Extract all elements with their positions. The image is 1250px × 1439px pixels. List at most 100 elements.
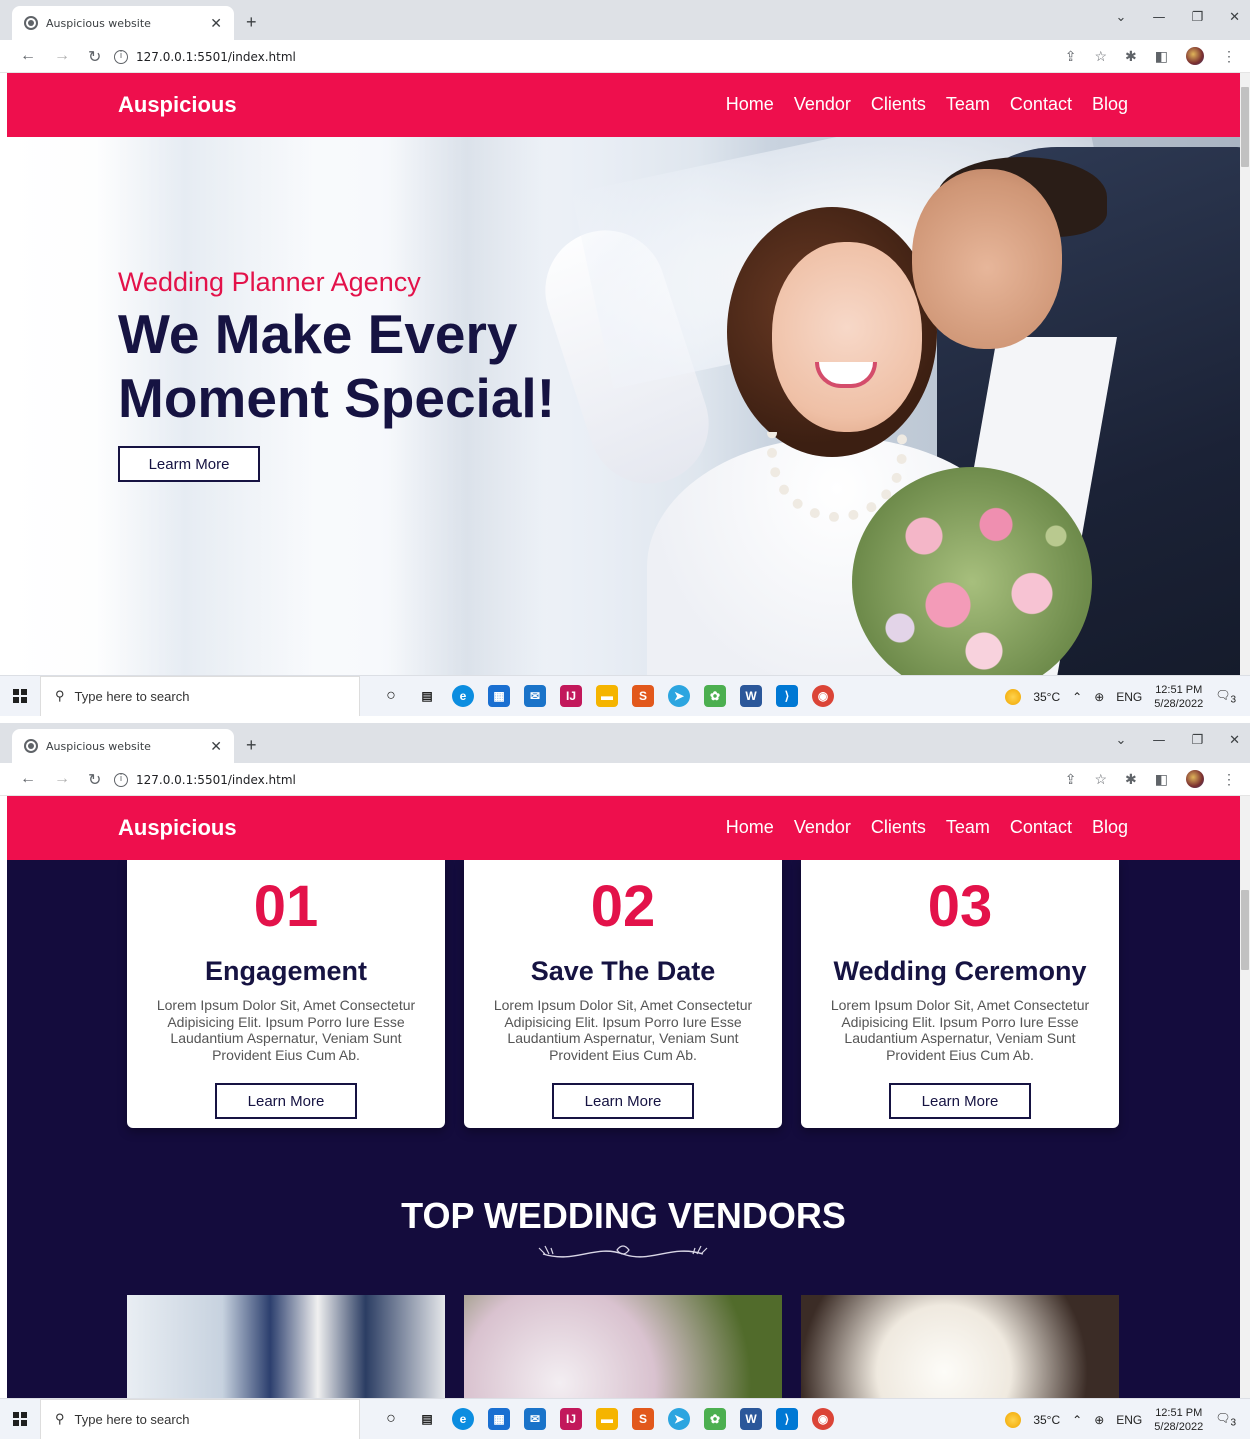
start-button[interactable] bbox=[0, 676, 40, 717]
task-view-icon[interactable]: ▤ bbox=[416, 685, 438, 707]
chevron-down-icon[interactable]: ⌄ bbox=[1116, 733, 1127, 748]
new-tab-icon[interactable]: + bbox=[246, 735, 257, 756]
edge-icon[interactable]: e bbox=[452, 1408, 474, 1430]
profile-avatar[interactable] bbox=[1186, 770, 1204, 788]
sidepanel-icon[interactable]: ◧ bbox=[1155, 48, 1168, 65]
site-logo[interactable]: Auspicious bbox=[118, 92, 237, 118]
mail-icon[interactable]: ✉ bbox=[524, 1408, 546, 1430]
chrome-icon[interactable]: ◉ bbox=[812, 685, 834, 707]
mail-icon[interactable]: ✉ bbox=[524, 685, 546, 707]
learn-more-button[interactable]: Learn More bbox=[552, 1083, 694, 1119]
omnibox[interactable]: i 127.0.0.1:5501/index.html bbox=[110, 767, 1120, 793]
extensions-icon[interactable]: ✱ bbox=[1125, 48, 1137, 65]
share-icon[interactable]: ⇪ bbox=[1065, 771, 1077, 788]
clock[interactable]: 12:51 PM5/28/2022 bbox=[1154, 683, 1203, 711]
vendor-image-dress[interactable] bbox=[127, 1295, 445, 1398]
new-tab-icon[interactable]: + bbox=[246, 12, 257, 33]
nav-contact[interactable]: Contact bbox=[1010, 817, 1072, 838]
forward-icon[interactable]: → bbox=[54, 47, 70, 67]
nav-home[interactable]: Home bbox=[726, 817, 774, 838]
edge-icon[interactable]: e bbox=[452, 685, 474, 707]
browser-tab[interactable]: Auspicious website ✕ bbox=[12, 6, 234, 40]
file-explorer-icon[interactable]: ▬ bbox=[596, 1408, 618, 1430]
back-icon[interactable]: ← bbox=[20, 770, 36, 790]
star-icon[interactable]: ☆ bbox=[1094, 771, 1107, 788]
close-window-icon[interactable]: ✕ bbox=[1229, 733, 1240, 748]
clock[interactable]: 12:51 PM5/28/2022 bbox=[1154, 1406, 1203, 1434]
info-icon[interactable]: i bbox=[114, 773, 128, 787]
store-icon[interactable]: ▦ bbox=[488, 1408, 510, 1430]
chrome-icon[interactable]: ◉ bbox=[812, 1408, 834, 1430]
learn-more-button[interactable]: Learn More bbox=[889, 1083, 1031, 1119]
sublime-icon[interactable]: S bbox=[632, 1408, 654, 1430]
share-icon[interactable]: ⇪ bbox=[1065, 48, 1077, 65]
notification-icon[interactable]: 🗨3 bbox=[1215, 688, 1236, 705]
language[interactable]: ENG bbox=[1116, 1413, 1142, 1427]
notification-icon[interactable]: 🗨3 bbox=[1215, 1411, 1236, 1428]
word-icon[interactable]: W bbox=[740, 1408, 762, 1430]
cortana-icon[interactable]: ○ bbox=[380, 1408, 402, 1430]
weather-temp[interactable]: 35°C bbox=[1033, 690, 1060, 704]
browser-tab[interactable]: Auspicious website ✕ bbox=[12, 729, 234, 763]
site-logo[interactable]: Auspicious bbox=[118, 815, 237, 841]
word-icon[interactable]: W bbox=[740, 685, 762, 707]
minimize-icon[interactable]: — bbox=[1152, 733, 1165, 748]
taskbar-search[interactable]: ⚲Type here to search bbox=[40, 1399, 360, 1439]
taskbar-search[interactable]: ⚲Type here to search bbox=[40, 676, 360, 717]
reload-icon[interactable]: ↻ bbox=[88, 770, 101, 790]
nav-vendor[interactable]: Vendor bbox=[794, 817, 851, 838]
network-icon[interactable]: ⊕ bbox=[1094, 690, 1104, 704]
intellij-icon[interactable]: IJ bbox=[560, 1408, 582, 1430]
store-icon[interactable]: ▦ bbox=[488, 685, 510, 707]
sublime-icon[interactable]: S bbox=[632, 685, 654, 707]
app-icon[interactable]: ✿ bbox=[704, 1408, 726, 1430]
nav-clients[interactable]: Clients bbox=[871, 817, 926, 838]
url-text[interactable]: 127.0.0.1:5501/index.html bbox=[136, 50, 296, 64]
scrollbar-thumb[interactable] bbox=[1241, 87, 1249, 167]
star-icon[interactable]: ☆ bbox=[1094, 48, 1107, 65]
task-view-icon[interactable]: ▤ bbox=[416, 1408, 438, 1430]
restore-icon[interactable]: ❐ bbox=[1191, 10, 1203, 25]
start-button[interactable] bbox=[0, 1399, 40, 1439]
reload-icon[interactable]: ↻ bbox=[88, 47, 101, 67]
info-icon[interactable]: i bbox=[114, 50, 128, 64]
close-window-icon[interactable]: ✕ bbox=[1229, 10, 1240, 25]
vscode-icon[interactable]: ⟩ bbox=[776, 685, 798, 707]
cortana-icon[interactable]: ○ bbox=[380, 685, 402, 707]
forward-icon[interactable]: → bbox=[54, 770, 70, 790]
vendor-image-flowers[interactable] bbox=[464, 1295, 782, 1398]
chevron-up-icon[interactable]: ⌃ bbox=[1072, 1413, 1082, 1427]
nav-contact[interactable]: Contact bbox=[1010, 94, 1072, 115]
language[interactable]: ENG bbox=[1116, 690, 1142, 704]
menu-kebab-icon[interactable]: ⋮ bbox=[1222, 771, 1236, 788]
telegram-icon[interactable]: ➤ bbox=[668, 685, 690, 707]
vscode-icon[interactable]: ⟩ bbox=[776, 1408, 798, 1430]
close-tab-icon[interactable]: ✕ bbox=[210, 15, 222, 32]
restore-icon[interactable]: ❐ bbox=[1191, 733, 1203, 748]
nav-team[interactable]: Team bbox=[946, 817, 990, 838]
page-scrollbar[interactable] bbox=[1240, 73, 1250, 675]
omnibox[interactable]: i 127.0.0.1:5501/index.html bbox=[110, 44, 1120, 70]
telegram-icon[interactable]: ➤ bbox=[668, 1408, 690, 1430]
file-explorer-icon[interactable]: ▬ bbox=[596, 685, 618, 707]
nav-vendor[interactable]: Vendor bbox=[794, 94, 851, 115]
vendor-image-cake[interactable] bbox=[801, 1295, 1119, 1398]
weather-temp[interactable]: 35°C bbox=[1033, 1413, 1060, 1427]
back-icon[interactable]: ← bbox=[20, 47, 36, 67]
menu-kebab-icon[interactable]: ⋮ bbox=[1222, 48, 1236, 65]
nav-clients[interactable]: Clients bbox=[871, 94, 926, 115]
close-tab-icon[interactable]: ✕ bbox=[210, 738, 222, 755]
app-icon[interactable]: ✿ bbox=[704, 685, 726, 707]
nav-blog[interactable]: Blog bbox=[1092, 817, 1128, 838]
sidepanel-icon[interactable]: ◧ bbox=[1155, 771, 1168, 788]
chevron-down-icon[interactable]: ⌄ bbox=[1116, 10, 1127, 25]
hero-learn-more-button[interactable]: Learm More bbox=[118, 446, 260, 482]
learn-more-button[interactable]: Learn More bbox=[215, 1083, 357, 1119]
profile-avatar[interactable] bbox=[1186, 47, 1204, 65]
nav-blog[interactable]: Blog bbox=[1092, 94, 1128, 115]
extensions-icon[interactable]: ✱ bbox=[1125, 771, 1137, 788]
chevron-up-icon[interactable]: ⌃ bbox=[1072, 690, 1082, 704]
page-scrollbar[interactable] bbox=[1240, 796, 1250, 1398]
nav-team[interactable]: Team bbox=[946, 94, 990, 115]
intellij-icon[interactable]: IJ bbox=[560, 685, 582, 707]
